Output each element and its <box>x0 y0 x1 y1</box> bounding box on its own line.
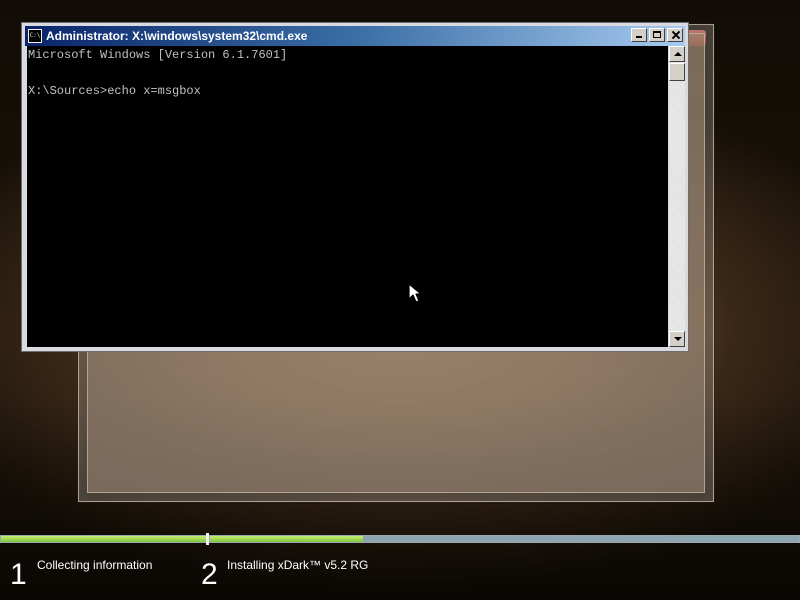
close-button[interactable] <box>667 28 683 42</box>
maximize-button[interactable] <box>649 28 665 42</box>
console-output[interactable]: Microsoft Windows [Version 6.1.7601] X:\… <box>27 46 668 347</box>
step-label: Collecting information <box>37 558 153 572</box>
scroll-down-button[interactable] <box>669 331 685 347</box>
command-prompt-icon[interactable]: C:\ <box>28 29 42 43</box>
step-one-progress <box>0 535 207 543</box>
step-number: 1 <box>10 558 27 591</box>
command-prompt-window[interactable]: C:\ Administrator: X:\windows\system32\c… <box>22 23 688 351</box>
step-number: 2 <box>201 558 218 591</box>
setup-progress-bar <box>0 533 800 545</box>
window-controls <box>631 28 683 42</box>
step-two-progress <box>209 535 800 543</box>
vertical-scrollbar[interactable] <box>669 46 685 347</box>
step-two-progress-fill <box>210 536 364 542</box>
window-title: Administrator: X:\windows\system32\cmd.e… <box>46 29 308 43</box>
step-label: Installing xDark™ v5.2 RG <box>227 558 369 572</box>
mouse-cursor-icon <box>408 283 422 303</box>
desktop: { "cmd_window": { "title": "Administrato… <box>0 0 800 600</box>
console-version-line: Microsoft Windows [Version 6.1.7601] <box>28 48 288 62</box>
scroll-thumb[interactable] <box>669 63 685 81</box>
step-one-progress-fill <box>1 536 206 542</box>
console-command-line[interactable]: X:\Sources>echo x=msgbox <box>28 82 201 100</box>
window-title-bar[interactable]: C:\ Administrator: X:\windows\system32\c… <box>25 26 685 46</box>
scroll-up-button[interactable] <box>669 46 685 62</box>
minimize-button[interactable] <box>631 28 647 42</box>
